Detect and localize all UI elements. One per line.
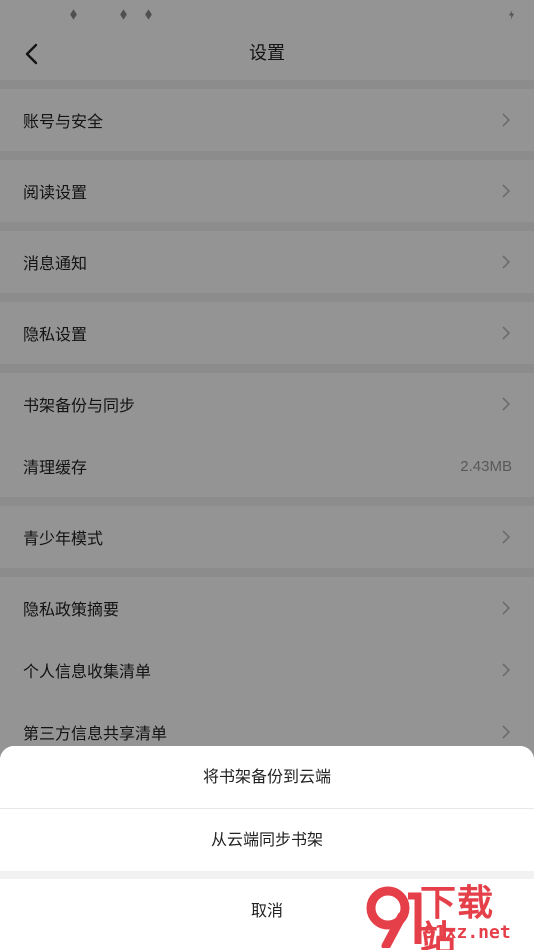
- watermark: 下载站 91xz.net: [362, 886, 530, 950]
- watermark-logo-icon: [366, 886, 422, 948]
- sheet-gap: [0, 871, 534, 879]
- sync-from-cloud-button[interactable]: 从云端同步书架: [0, 809, 534, 871]
- watermark-url: 91xz.net: [424, 922, 511, 943]
- backup-to-cloud-button[interactable]: 将书架备份到云端: [0, 746, 534, 808]
